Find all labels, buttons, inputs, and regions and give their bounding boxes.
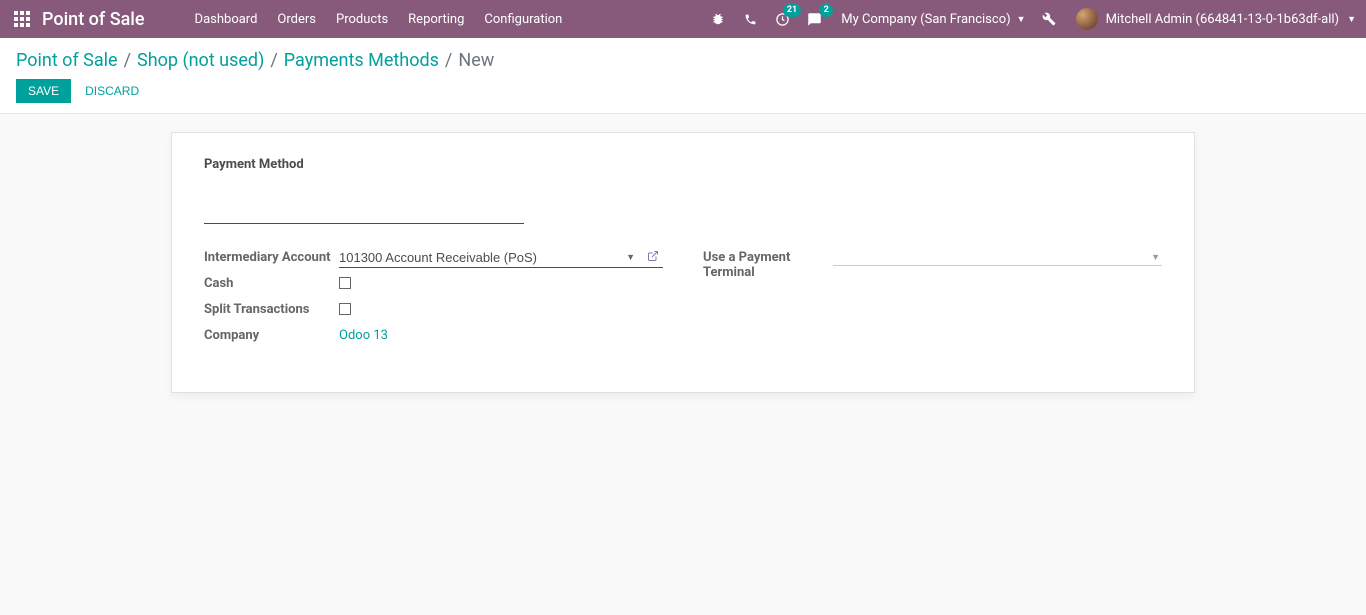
form-grid: Intermediary Account ▼ Cash xyxy=(204,248,1162,352)
discard-button[interactable]: Discard xyxy=(85,84,139,98)
phone-icon[interactable] xyxy=(741,10,759,28)
label-intermediary-account: Intermediary Account xyxy=(204,248,339,265)
save-button[interactable]: Save xyxy=(16,79,71,103)
breadcrumb-link-pos[interactable]: Point of Sale xyxy=(16,50,118,71)
company-label: My Company (San Francisco) xyxy=(841,12,1010,27)
navbar: Point of Sale Dashboard Orders Products … xyxy=(0,0,1366,38)
messages-icon[interactable]: 2 xyxy=(805,10,823,28)
breadcrumb: Point of Sale / Shop (not used) / Paymen… xyxy=(16,50,1350,71)
breadcrumb-sep: / xyxy=(445,50,452,71)
label-cash: Cash xyxy=(204,274,339,291)
breadcrumb-bar: Point of Sale / Shop (not used) / Paymen… xyxy=(0,38,1366,114)
breadcrumb-sep: / xyxy=(124,50,131,71)
nav-products[interactable]: Products xyxy=(336,12,388,27)
row-cash: Cash xyxy=(204,274,663,294)
label-company: Company xyxy=(204,326,339,343)
nav-reporting[interactable]: Reporting xyxy=(408,12,464,27)
row-intermediary-account: Intermediary Account ▼ xyxy=(204,248,663,268)
payment-method-name-input[interactable] xyxy=(204,194,524,224)
nav-configuration[interactable]: Configuration xyxy=(484,12,562,27)
breadcrumb-link-shop[interactable]: Shop (not used) xyxy=(137,50,264,71)
value-cash xyxy=(339,274,663,293)
row-use-terminal: Use a Payment Terminal ▼ xyxy=(703,248,1162,280)
external-link-icon[interactable] xyxy=(647,250,659,265)
nav-menu: Dashboard Orders Products Reporting Conf… xyxy=(195,12,710,27)
breadcrumb-current: New xyxy=(458,50,494,71)
nav-right: 21 2 My Company (San Francisco) ▼ Mitche… xyxy=(709,8,1356,30)
nav-dashboard[interactable]: Dashboard xyxy=(195,12,258,27)
tools-icon[interactable] xyxy=(1040,10,1058,28)
apps-icon[interactable] xyxy=(12,9,32,29)
caret-down-icon[interactable]: ▼ xyxy=(626,252,635,263)
messages-badge: 2 xyxy=(819,4,833,17)
breadcrumb-link-payments[interactable]: Payments Methods xyxy=(284,50,439,71)
value-intermediary-account: ▼ xyxy=(339,248,663,268)
brand[interactable]: Point of Sale xyxy=(42,9,145,30)
form-col-left: Intermediary Account ▼ Cash xyxy=(204,248,663,352)
use-terminal-input[interactable] xyxy=(833,248,1162,266)
value-split-transactions xyxy=(339,300,663,319)
form-sheet: Payment Method Intermediary Account ▼ Ca… xyxy=(171,132,1195,393)
caret-down-icon: ▼ xyxy=(1347,14,1356,25)
company-select[interactable]: My Company (San Francisco) ▼ xyxy=(841,12,1025,27)
bug-icon[interactable] xyxy=(709,10,727,28)
row-split-transactions: Split Transactions xyxy=(204,300,663,320)
value-use-terminal: ▼ xyxy=(833,248,1162,266)
action-bar: Save Discard xyxy=(16,79,1350,103)
breadcrumb-sep: / xyxy=(270,50,277,71)
avatar xyxy=(1076,8,1098,30)
value-company: Odoo 13 xyxy=(339,326,663,343)
user-label: Mitchell Admin (664841-13-0-1b63df-all) xyxy=(1106,12,1340,27)
label-split-transactions: Split Transactions xyxy=(204,300,339,317)
cash-checkbox[interactable] xyxy=(339,277,351,289)
form-title-label: Payment Method xyxy=(204,157,1162,172)
form-col-right: Use a Payment Terminal ▼ xyxy=(703,248,1162,352)
row-company: Company Odoo 13 xyxy=(204,326,663,346)
content: Payment Method Intermediary Account ▼ Ca… xyxy=(0,114,1366,411)
activity-icon[interactable]: 21 xyxy=(773,10,791,28)
nav-orders[interactable]: Orders xyxy=(277,12,316,27)
split-transactions-checkbox[interactable] xyxy=(339,303,351,315)
caret-down-icon[interactable]: ▼ xyxy=(1151,252,1160,263)
intermediary-account-input[interactable] xyxy=(339,248,663,268)
activity-badge: 21 xyxy=(783,4,801,17)
company-link[interactable]: Odoo 13 xyxy=(339,326,388,343)
label-use-terminal: Use a Payment Terminal xyxy=(703,248,833,280)
caret-down-icon: ▼ xyxy=(1017,14,1026,25)
user-menu[interactable]: Mitchell Admin (664841-13-0-1b63df-all) … xyxy=(1076,8,1356,30)
